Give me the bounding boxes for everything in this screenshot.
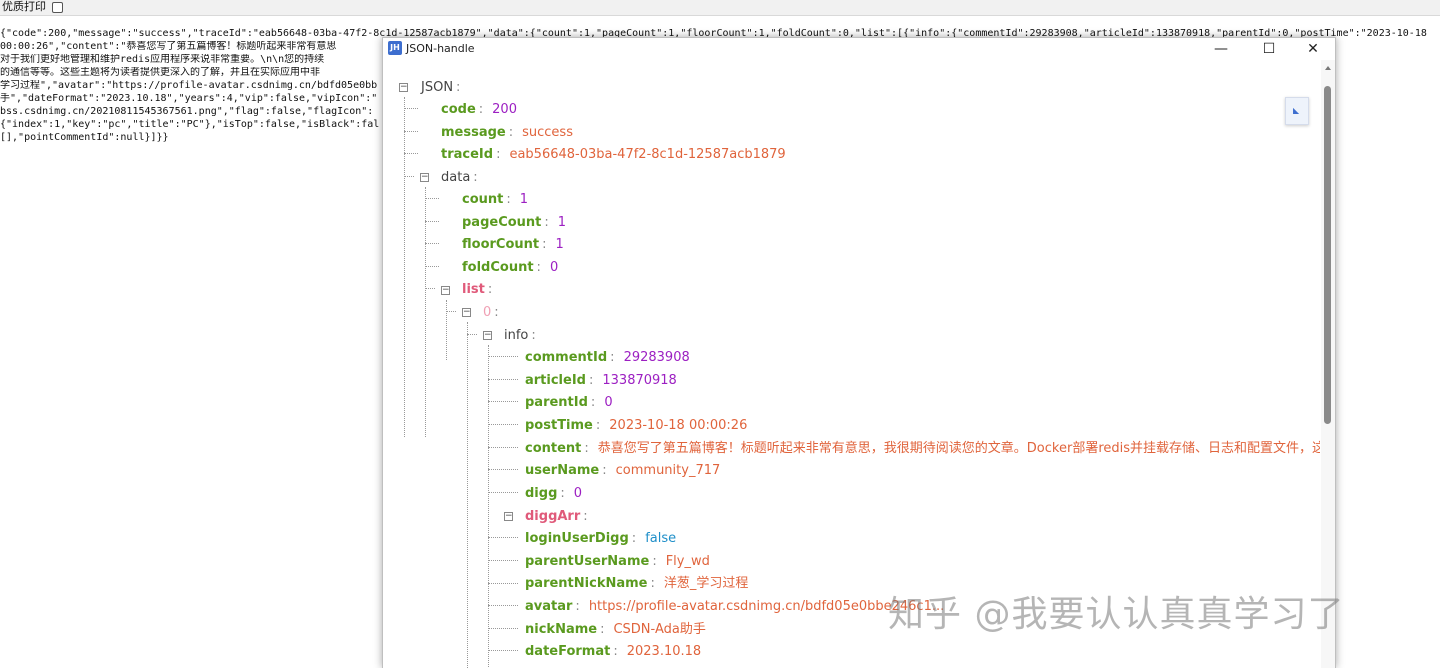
tree-node-parentid[interactable]: parentId:0 — [525, 392, 613, 414]
tree-node-list[interactable]: list: — [462, 279, 501, 301]
tree-node-username[interactable]: userName: community_717 — [525, 460, 720, 482]
tree-node-data[interactable]: data: — [441, 167, 487, 189]
collapse-toggle-list[interactable]: − — [441, 286, 450, 295]
collapse-toggle-diggarr[interactable]: − — [504, 512, 513, 521]
raw-line: bss.csdnimg.cn/20210811545367561.png","f… — [0, 106, 374, 117]
collapse-toggle-index-0[interactable]: − — [462, 308, 471, 317]
tree-node-traceid[interactable]: traceId: eab56648-03ba-47f2-8c1d-12587acb… — [441, 144, 786, 166]
node-value: 200 — [492, 102, 517, 117]
raw-line: [],"pointCommentId":null}]}} — [0, 132, 169, 143]
scroll-up-icon[interactable] — [1325, 66, 1331, 70]
maximize-button[interactable]: ☐ — [1247, 38, 1291, 60]
node-value: success — [522, 125, 573, 140]
tree-node-count[interactable]: count:1 — [462, 189, 528, 211]
raw-line: 学习过程","avatar":"https://profile-avatar.c… — [0, 80, 378, 91]
collapse-toggle-root[interactable]: − — [399, 83, 408, 92]
collapse-toggle-info[interactable]: − — [483, 331, 492, 340]
close-button[interactable]: ✕ — [1291, 38, 1335, 60]
scrollbar-thumb[interactable] — [1324, 86, 1331, 424]
node-key: JSON — [421, 80, 454, 95]
vertical-scrollbar[interactable] — [1321, 60, 1335, 668]
tree-node-articleid[interactable]: articleId:133870918 — [525, 370, 677, 392]
tree-node-loginuserdigg[interactable]: loginUserDigg: false — [525, 528, 676, 550]
raw-line: 手","dateFormat":"2023.10.18","years":4,"… — [0, 93, 378, 104]
tree-node-diggarr[interactable]: diggArr: — [525, 506, 597, 528]
pretty-print-label: 优质打印 — [2, 0, 46, 13]
tree-node-floorcount[interactable]: floorCount:1 — [462, 234, 564, 256]
pretty-print-bar: 优质打印 — [0, 0, 1440, 16]
minimize-button[interactable]: — — [1199, 38, 1243, 60]
tree-node-parentnickname[interactable]: parentNickName: 洋葱_学习过程 — [525, 573, 748, 595]
tree-node-message[interactable]: message: success — [441, 122, 573, 144]
json-tree-view: − − − − − − JSON: code:200 message: succe… — [383, 60, 1335, 668]
tree-node-nickname[interactable]: nickName: CSDN-Ada助手 — [525, 619, 706, 641]
expand-icon: ◣ — [1293, 106, 1300, 115]
tree-node-commentid[interactable]: commentId:29283908 — [525, 347, 690, 369]
tree-node-pagecount[interactable]: pageCount:1 — [462, 212, 566, 234]
watermark: 知乎 @我要认认真真学习了 — [888, 594, 1345, 635]
tree-node-content[interactable]: content: 恭喜您写了第五篇博客！标题听起来非常有意思，我很期待阅读您的文章… — [525, 438, 1320, 460]
node-value: eab56648-03ba-47f2-8c1d-12587acb1879 — [509, 147, 786, 162]
window-title: JSON-handle — [406, 42, 475, 55]
window-titlebar[interactable]: JH JSON-handle — ☐ ✕ — [383, 38, 1335, 60]
tree-node-code[interactable]: code:200 — [441, 99, 517, 121]
tree-node-index-0[interactable]: 0: — [483, 302, 508, 324]
json-handle-app-icon: JH — [388, 41, 402, 55]
pretty-print-checkbox[interactable] — [52, 2, 63, 13]
tree-node-digg[interactable]: digg:0 — [525, 483, 582, 505]
tree-node-avatar[interactable]: avatar: https://profile-avatar.csdnimg.cn… — [525, 596, 944, 618]
toolbar-toggle-button[interactable]: ◣ — [1285, 97, 1309, 125]
collapse-toggle-data[interactable]: − — [420, 173, 429, 182]
tree-node-posttime[interactable]: postTime:2023-10-18 00:00:26 — [525, 415, 747, 437]
tree-node-root[interactable]: JSON: — [421, 77, 469, 99]
tree-node-dateformat[interactable]: dateFormat:2023.10.18 — [525, 641, 701, 663]
json-handle-window: JH JSON-handle — ☐ ✕ − − − − − − JSON: … — [382, 37, 1336, 668]
tree-node-foldcount[interactable]: foldCount:0 — [462, 257, 558, 279]
tree-node-parentusername[interactable]: parentUserName: Fly_wd — [525, 551, 710, 573]
tree-node-info[interactable]: info: — [504, 325, 545, 347]
